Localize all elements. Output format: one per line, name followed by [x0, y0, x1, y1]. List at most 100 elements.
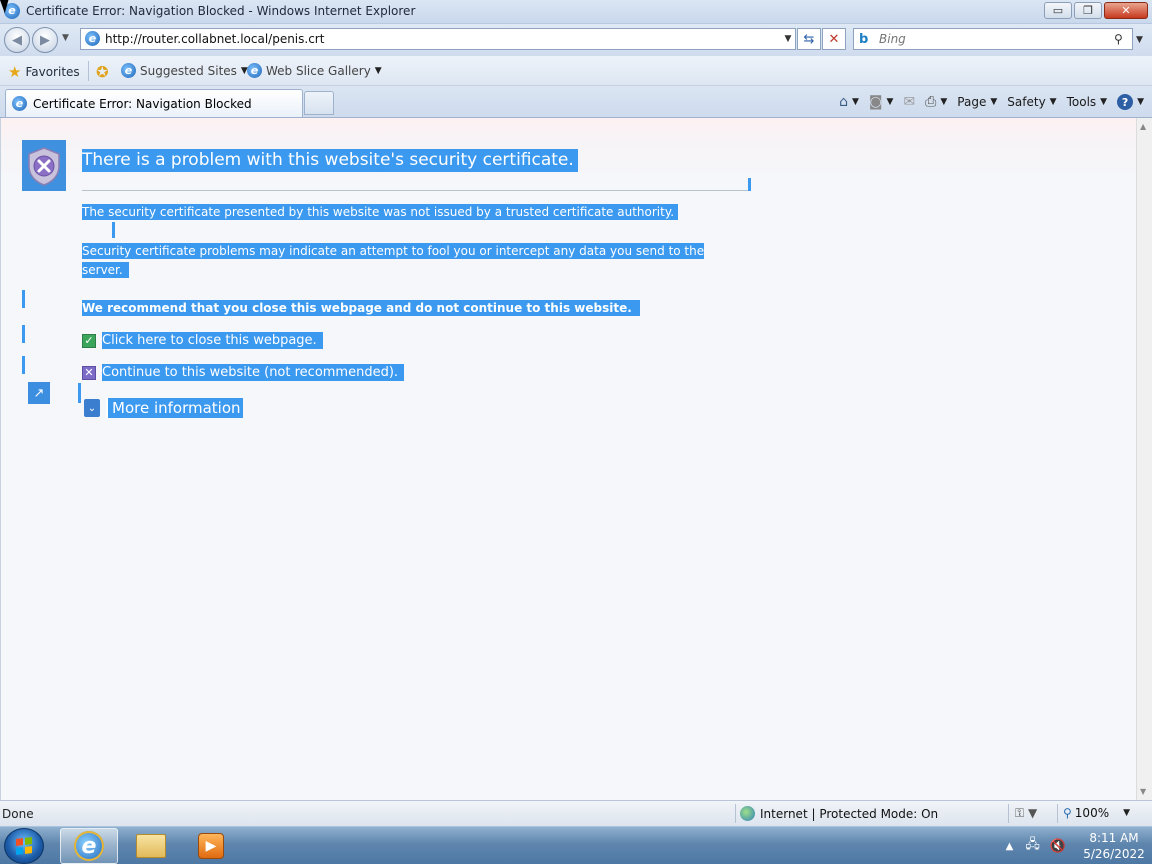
rss-feed-icon: ◙ — [868, 94, 883, 110]
refresh-icon: ⇆ — [803, 31, 815, 47]
favorites-separator — [88, 61, 89, 81]
suggested-sites-icon: e — [121, 63, 136, 78]
forward-button[interactable]: ▶ — [32, 27, 58, 53]
selection-mark — [22, 325, 25, 343]
title-bar[interactable]: e Certificate Error: Navigation Blocked … — [0, 0, 1152, 24]
new-tab-button[interactable] — [304, 91, 334, 115]
clock-date: 5/26/2022 — [1083, 847, 1145, 861]
suggested-sites-label: Suggested Sites — [140, 63, 237, 78]
clock-time: 8:11 AM — [1089, 831, 1139, 845]
tools-menu-label: Tools — [1066, 95, 1097, 109]
zoom-level-button[interactable]: ⚲ 100% ▼ — [1063, 806, 1130, 820]
more-information-toggle[interactable]: ⌄ More information — [84, 398, 243, 418]
help-icon: ? — [1117, 94, 1134, 110]
status-separator — [735, 804, 736, 823]
command-bar: ⌂ ▼ ◙ ▼ ✉ ⎙ ▼ Page ▼ Safety ▼ Tools ▼ ? ▼ — [829, 92, 1144, 112]
home-icon: ⌂ — [839, 94, 848, 110]
tab-ie-icon: e — [12, 96, 27, 111]
recent-pages-dropdown[interactable]: ▼ — [62, 33, 69, 43]
address-input[interactable] — [105, 32, 781, 46]
x-shield-icon: ✕ — [82, 365, 96, 380]
address-dropdown-icon[interactable]: ▼ — [781, 34, 795, 44]
minimize-button[interactable]: ▭ — [1044, 2, 1072, 19]
search-options-dropdown[interactable]: ▼ — [1136, 35, 1143, 45]
media-player-icon: ▶ — [198, 833, 224, 859]
recommendation-text: We recommend that you close this webpage… — [82, 300, 640, 316]
navigation-bar: ◀ ▶ ▼ e ▼ ⇆ ✕ b ⚲ ▼ — [0, 24, 1152, 56]
search-box[interactable]: b ⚲ — [853, 28, 1133, 50]
address-bar[interactable]: e ▼ — [80, 28, 796, 50]
magnifier-icon: ⚲ — [1063, 806, 1072, 820]
web-slice-gallery-icon: e — [247, 63, 262, 78]
favorites-bar: ★ Favorites ✪ e Suggested Sites ▼ e Web … — [0, 56, 1152, 86]
stop-icon: ✕ — [828, 31, 840, 47]
selection-mark — [78, 383, 81, 403]
read-mail-button[interactable]: ✉ — [903, 94, 915, 110]
favorites-button[interactable]: ★ Favorites — [8, 63, 80, 81]
mail-icon: ✉ — [903, 94, 916, 110]
home-button[interactable]: ⌂ ▼ — [839, 94, 859, 110]
page-ie-icon: e — [85, 31, 101, 47]
warning-text-content: Security certificate problems may indica… — [82, 243, 705, 278]
close-webpage-label: Click here to close this webpage. — [102, 332, 323, 349]
search-input[interactable] — [879, 32, 1114, 46]
back-button[interactable]: ◀ — [4, 27, 30, 53]
close-webpage-link[interactable]: ✓ Click here to close this webpage. — [82, 332, 323, 349]
tools-menu[interactable]: Tools ▼ — [1067, 95, 1107, 109]
window-controls: ▭ ❐ ✕ — [1042, 2, 1148, 20]
security-zone-label: Internet | Protected Mode: On — [760, 806, 939, 821]
windows-logo-icon — [16, 837, 32, 855]
continue-website-label: Continue to this website (not recommende… — [102, 364, 405, 381]
web-slice-gallery-label: Web Slice Gallery — [266, 63, 371, 78]
print-button[interactable]: ⎙ ▼ — [925, 94, 947, 110]
bing-logo-icon: b — [859, 31, 869, 47]
check-shield-icon: ✓ — [82, 333, 96, 348]
add-to-favorites-bar-button[interactable]: ✪ — [96, 63, 113, 81]
forward-arrow-icon: ▶ — [40, 32, 50, 48]
scroll-up-arrow-icon[interactable]: ▲ — [1140, 122, 1146, 131]
search-icon[interactable]: ⚲ — [1114, 32, 1132, 46]
heading-divider — [82, 190, 750, 191]
globe-icon — [740, 806, 755, 821]
printer-icon: ⎙ — [925, 94, 937, 110]
more-information-label: More information — [106, 398, 243, 418]
help-button[interactable]: ? ▼ — [1117, 94, 1144, 110]
chevron-down-icon: ⌄ — [84, 399, 100, 417]
tab-row: e Certificate Error: Navigation Blocked … — [0, 86, 1152, 118]
web-slice-gallery-button[interactable]: e Web Slice Gallery ▼ — [247, 63, 382, 78]
scroll-down-arrow-icon[interactable]: ▼ — [1140, 787, 1146, 796]
page-title: There is a problem with this website's s… — [82, 149, 578, 172]
network-icon[interactable]: 🖧 — [1025, 835, 1040, 857]
page-menu[interactable]: Page ▼ — [957, 95, 997, 109]
selection-mark — [748, 178, 751, 191]
taskbar-media-player[interactable]: ▶ — [182, 828, 240, 864]
clock[interactable]: 8:11 AM 5/26/2022 — [1076, 830, 1152, 862]
zoom-dropdown-icon: ▼ — [1123, 808, 1131, 818]
show-hidden-icons-button[interactable]: ▲ — [1006, 841, 1014, 852]
taskbar-windows-explorer[interactable] — [122, 828, 180, 864]
selection-mark — [22, 290, 25, 308]
safety-menu-label: Safety — [1007, 95, 1046, 109]
protected-mode-lock-icon[interactable]: ⚿ ▼ — [1015, 806, 1037, 821]
safety-menu[interactable]: Safety ▼ — [1007, 95, 1056, 109]
volume-muted-icon[interactable]: 🔇 — [1050, 839, 1066, 854]
security-zone[interactable]: Internet | Protected Mode: On — [740, 806, 938, 821]
refresh-button[interactable]: ⇆ — [797, 28, 821, 50]
favorites-label: Favorites — [25, 65, 80, 79]
close-button[interactable]: ✕ — [1104, 2, 1148, 19]
restore-button[interactable]: ❐ — [1074, 2, 1102, 19]
start-button[interactable] — [4, 828, 44, 864]
tab-certificate-error[interactable]: e Certificate Error: Navigation Blocked — [5, 89, 303, 117]
stop-button[interactable]: ✕ — [822, 28, 846, 50]
folder-icon — [136, 834, 166, 858]
warning-text: Security certificate problems may indica… — [82, 242, 722, 280]
suggested-sites-button[interactable]: e Suggested Sites ▼ — [121, 63, 248, 78]
page-menu-label: Page — [957, 95, 987, 109]
window-title: Certificate Error: Navigation Blocked - … — [26, 4, 416, 18]
taskbar-internet-explorer[interactable]: e — [60, 828, 118, 864]
vertical-scrollbar[interactable]: ▲ ▼ — [1136, 118, 1152, 800]
taskbar: e ▶ ▲ 🖧 🔇 8:11 AM 5/26/2022 — [0, 826, 1152, 864]
system-tray: ▲ 🖧 🔇 8:11 AM 5/26/2022 — [1006, 827, 1152, 864]
continue-website-link[interactable]: ✕ Continue to this website (not recommen… — [82, 364, 405, 381]
feeds-button[interactable]: ◙ ▼ — [869, 94, 894, 110]
